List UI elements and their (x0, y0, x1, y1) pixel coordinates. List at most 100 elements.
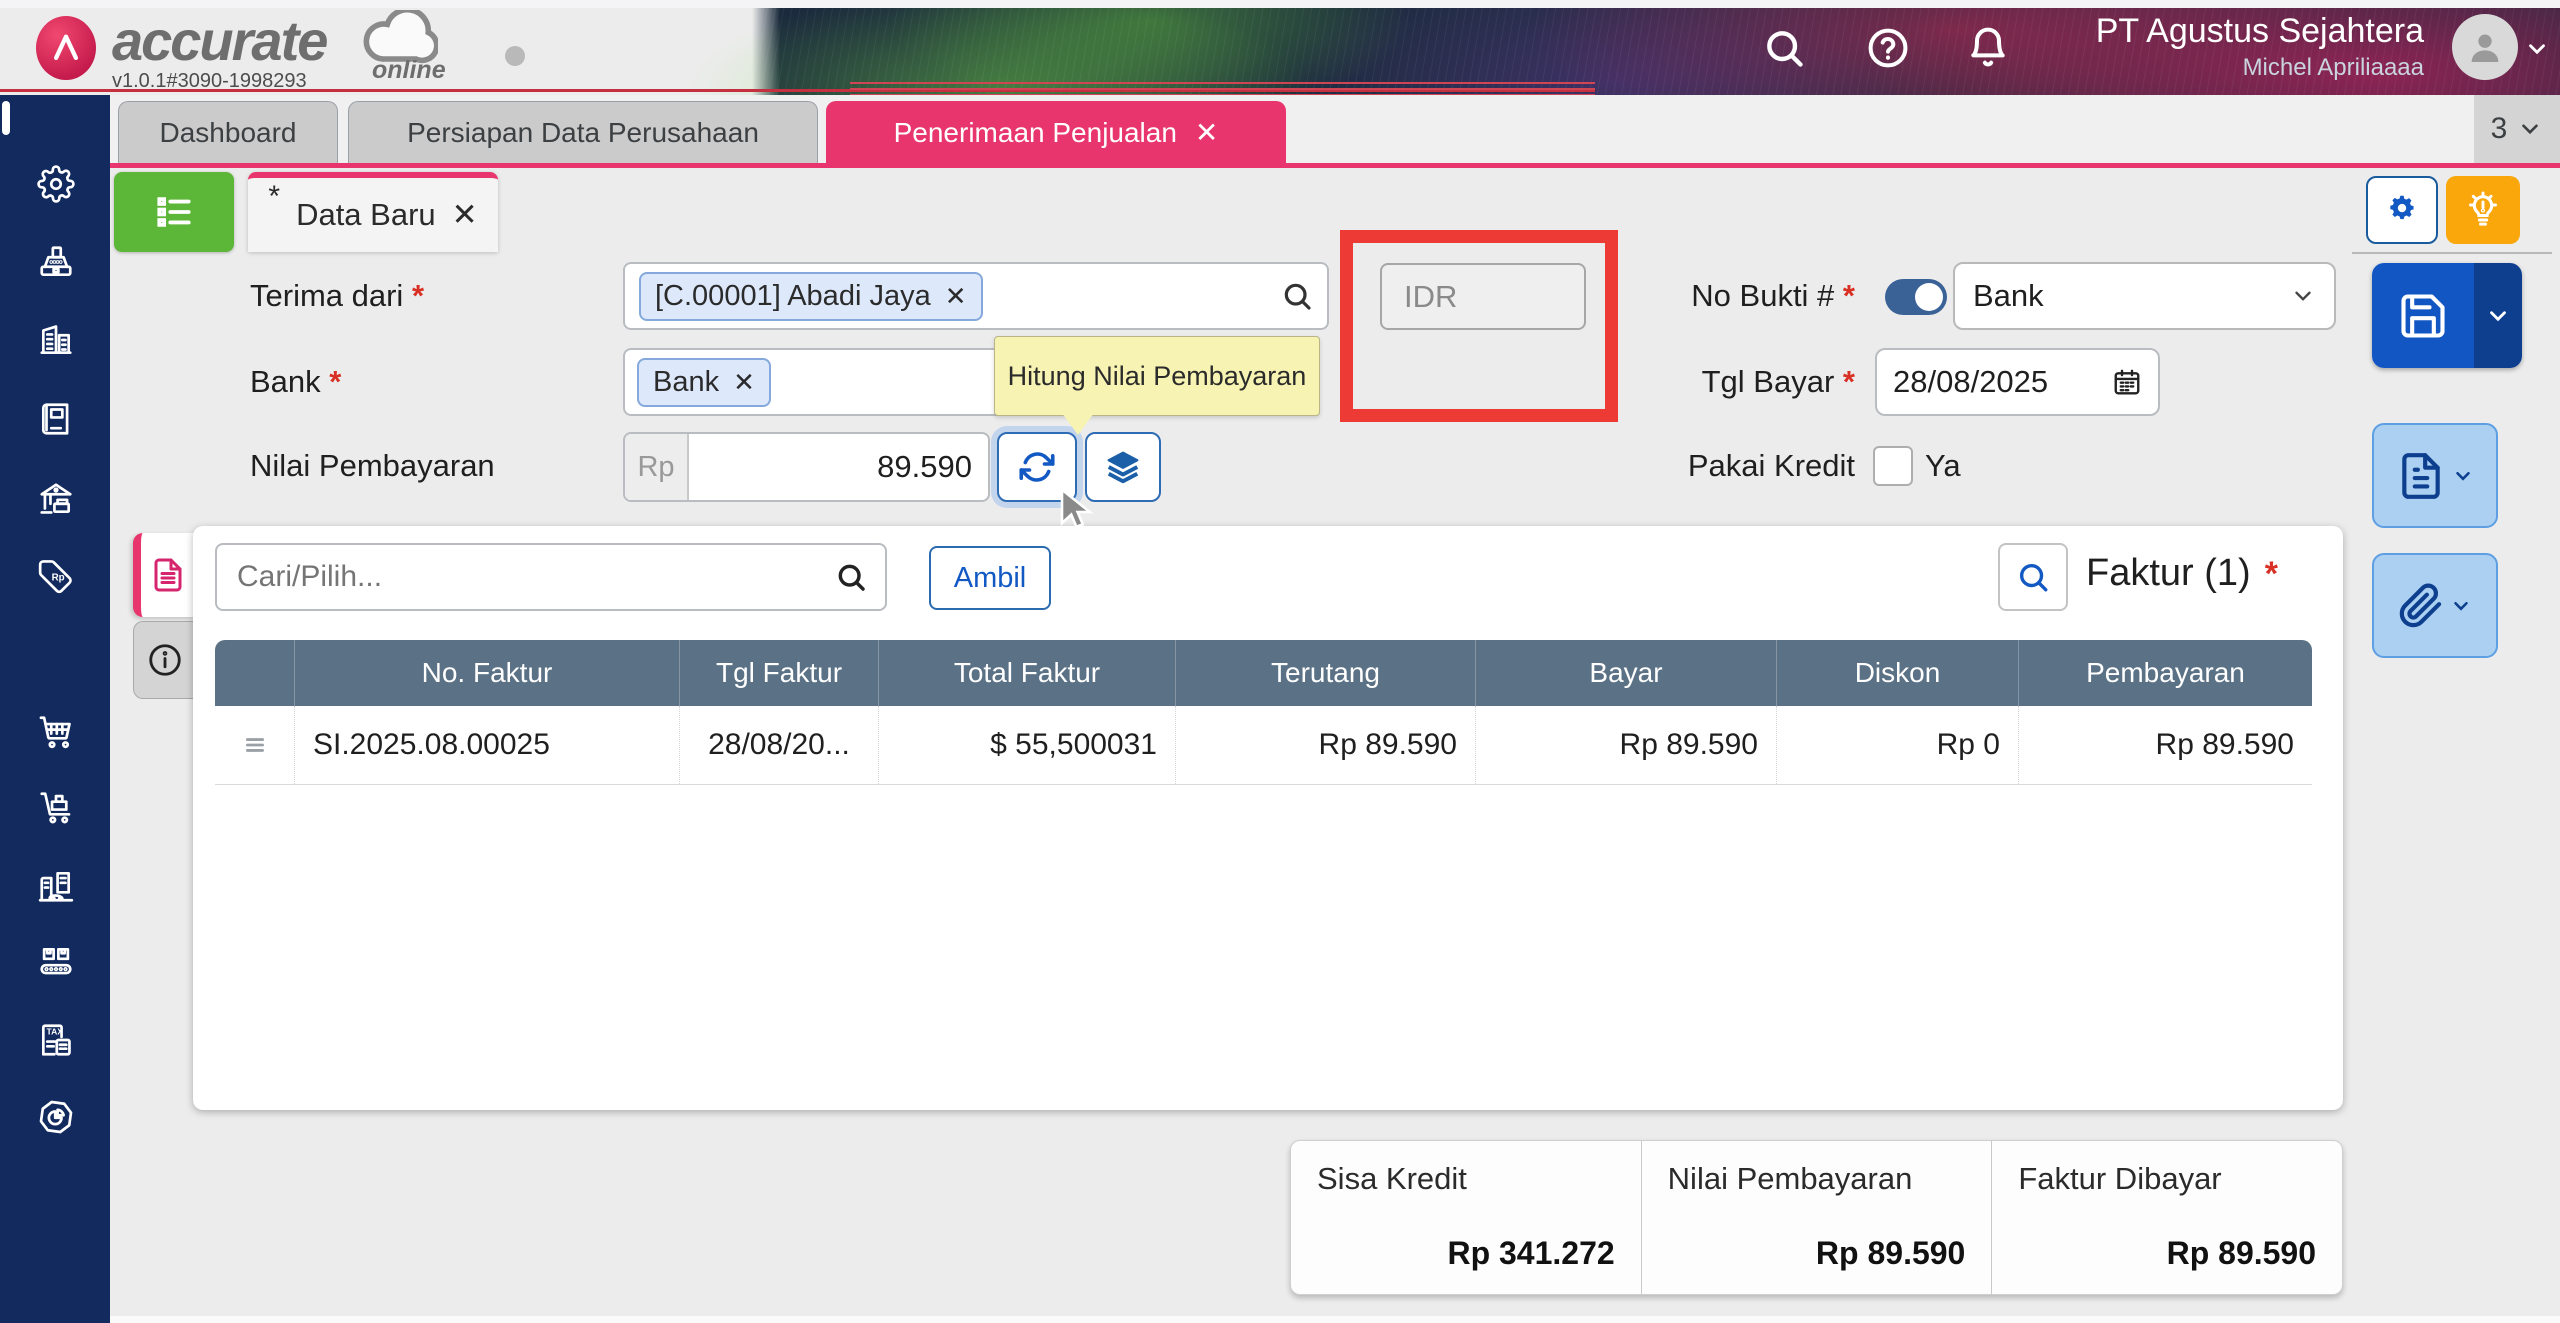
sidebar-item-fixed-assets[interactable] (37, 867, 75, 910)
header-drag-col (215, 640, 295, 706)
sidebar-scroll-thumb (2, 101, 10, 135)
sidebar-item-ledger-book[interactable] (37, 400, 75, 443)
summary-value: Rp 341.272 (1447, 1235, 1615, 1271)
invoice-search-input[interactable] (235, 559, 835, 595)
header-diskon[interactable]: Diskon (1777, 640, 2019, 706)
search-icon[interactable] (1281, 280, 1313, 312)
summary-value: Rp 89.590 (1815, 1235, 1966, 1271)
cell-pembayaran[interactable]: Rp 89.590 (2019, 706, 2312, 784)
unsaved-marker: * (268, 180, 281, 213)
header-total-faktur[interactable]: Total Faktur (879, 640, 1176, 706)
cell-diskon[interactable]: Rp 0 (1777, 706, 2019, 784)
amount-value: 89.590 (877, 449, 972, 484)
cell-tgl-faktur[interactable]: 28/08/20... (680, 706, 879, 784)
chevron-down-icon (2522, 124, 2539, 135)
save-button[interactable] (2372, 263, 2474, 368)
sidebar-item-reports[interactable] (37, 1098, 75, 1141)
hint-lightbulb-button[interactable] (2446, 176, 2520, 244)
attachments-button[interactable] (2372, 553, 2498, 658)
no-bukti-toggle[interactable] (1885, 279, 1947, 315)
row-drag-handle[interactable] (215, 706, 295, 784)
form-settings-button[interactable] (2366, 176, 2438, 244)
customer-chip-label: [C.00001] Abadi Jaya (655, 279, 931, 312)
app-version: v1.0.1#3090-1998293 (112, 70, 307, 92)
date-value: 28/08/2025 (1893, 364, 2049, 399)
document-tab-data-baru[interactable]: * Data Baru ✕ (248, 172, 498, 252)
layers-icon (1107, 451, 1139, 484)
company-name[interactable]: PT Agustus Sejahtera (2040, 12, 2424, 51)
bank-chip[interactable]: Bank ✕ (637, 357, 771, 407)
drag-handle-icon (245, 738, 264, 752)
cell-bayar[interactable]: Rp 89.590 (1476, 706, 1777, 784)
header-pembayaran[interactable]: Pembayaran (2019, 640, 2312, 706)
mouse-cursor (1052, 486, 1098, 543)
cell-total-faktur[interactable]: $ 55,500031 (879, 706, 1176, 784)
tab-label: Dashboard (159, 116, 297, 148)
tgl-bayar-label: Tgl Bayar * (1701, 364, 1855, 399)
summary-value: Rp 89.590 (2166, 1235, 2317, 1271)
invoice-panel (193, 526, 2343, 1110)
terima-dari-label: Terima dari * (250, 278, 425, 313)
sidebar-item-tax[interactable]: TAX (37, 1021, 75, 1064)
save-split-button[interactable] (2372, 263, 2522, 368)
nilai-pembayaran-input[interactable]: Rp 89.590 (623, 432, 990, 502)
sidebar-item-settings[interactable] (37, 165, 75, 208)
summary-sisa-kredit: Sisa Kredit Rp 341.272 (1291, 1141, 1641, 1294)
header-terutang[interactable]: Terutang (1176, 640, 1476, 706)
sidebar-item-sales-cart[interactable] (37, 713, 75, 756)
panel-tab-info[interactable] (133, 621, 195, 699)
help-icon[interactable] (1866, 26, 1910, 75)
invoice-search-box[interactable] (215, 543, 887, 611)
tab-persiapan-data-perusahaan[interactable]: Persiapan Data Perusahaan (348, 101, 818, 163)
no-bukti-select[interactable]: Bank (1953, 262, 2336, 330)
tab-overflow-button[interactable]: 3 (2474, 95, 2560, 163)
brand-wordmark: accurate (112, 9, 328, 72)
chip-remove-icon[interactable]: ✕ (733, 367, 755, 398)
tgl-bayar-input[interactable]: 28/08/2025 (1875, 348, 2160, 416)
search-icon[interactable] (835, 561, 867, 593)
sidebar-item-company[interactable] (37, 321, 75, 364)
chip-remove-icon[interactable]: ✕ (945, 281, 967, 312)
document-tab-close-icon[interactable]: ✕ (452, 197, 478, 233)
sidebar-item-cash-register[interactable] (37, 243, 75, 286)
customer-chip[interactable]: [C.00001] Abadi Jaya ✕ (639, 271, 983, 321)
accurate-logo-icon (36, 16, 96, 80)
ambil-button[interactable]: Ambil (929, 546, 1051, 610)
refresh-icon (1019, 452, 1055, 482)
list-view-button[interactable] (114, 172, 234, 252)
save-options-button[interactable] (2474, 263, 2522, 368)
sidebar-item-purchases-trolley[interactable] (37, 789, 75, 832)
chevron-down-icon (2490, 310, 2506, 321)
tab-penerimaan-penjualan[interactable]: Penerimaan Penjualan ✕ (826, 101, 1286, 163)
sidebar-item-price-tag-rp[interactable]: Rp (37, 557, 75, 600)
invoice-table-row[interactable]: SI.2025.08.00025 28/08/20... $ 55,500031… (215, 706, 2312, 785)
tooltip-hitung-nilai: Hitung Nilai Pembayaran (994, 336, 1320, 416)
tab-dashboard[interactable]: Dashboard (118, 101, 338, 163)
print-document-button[interactable] (2372, 423, 2498, 528)
toggle-knob (1915, 283, 1943, 311)
calendar-icon[interactable] (2112, 367, 2142, 397)
header-tgl-faktur[interactable]: Tgl Faktur (680, 640, 879, 706)
app-window: accurate online v1.0.1#3090-1998293 PT A… (0, 0, 2560, 1323)
sidebar-item-manufacturing[interactable] (37, 943, 75, 986)
panel-tab-invoices[interactable] (133, 533, 195, 617)
pakai-kredit-checkbox[interactable] (1873, 446, 1913, 486)
summary-nilai-pembayaran: Nilai Pembayaran Rp 89.590 (1640, 1141, 1992, 1294)
notifications-bell-icon[interactable] (1966, 26, 2010, 75)
no-bukti-label: No Bukti # * (1691, 278, 1855, 313)
header-no-faktur[interactable]: No. Faktur (295, 640, 680, 706)
terima-dari-input[interactable]: [C.00001] Abadi Jaya ✕ (623, 262, 1329, 330)
bank-chip-label: Bank (653, 365, 720, 398)
cell-no-faktur[interactable]: SI.2025.08.00025 (295, 706, 680, 784)
tab-close-icon[interactable]: ✕ (1195, 116, 1218, 149)
user-menu-chevron-icon[interactable] (2524, 36, 2550, 67)
invoice-lookup-button[interactable] (1998, 543, 2068, 611)
header-bayar[interactable]: Bayar (1476, 640, 1777, 706)
summary-label: Sisa Kredit (1317, 1161, 1467, 1196)
avatar[interactable] (2452, 14, 2518, 80)
global-search-icon[interactable] (1762, 26, 1806, 75)
cell-terutang[interactable]: Rp 89.590 (1176, 706, 1476, 784)
window-bottom-edge (110, 1316, 2560, 1323)
summary-label: Nilai Pembayaran (1667, 1161, 1913, 1196)
sidebar-item-bank[interactable] (37, 480, 75, 523)
